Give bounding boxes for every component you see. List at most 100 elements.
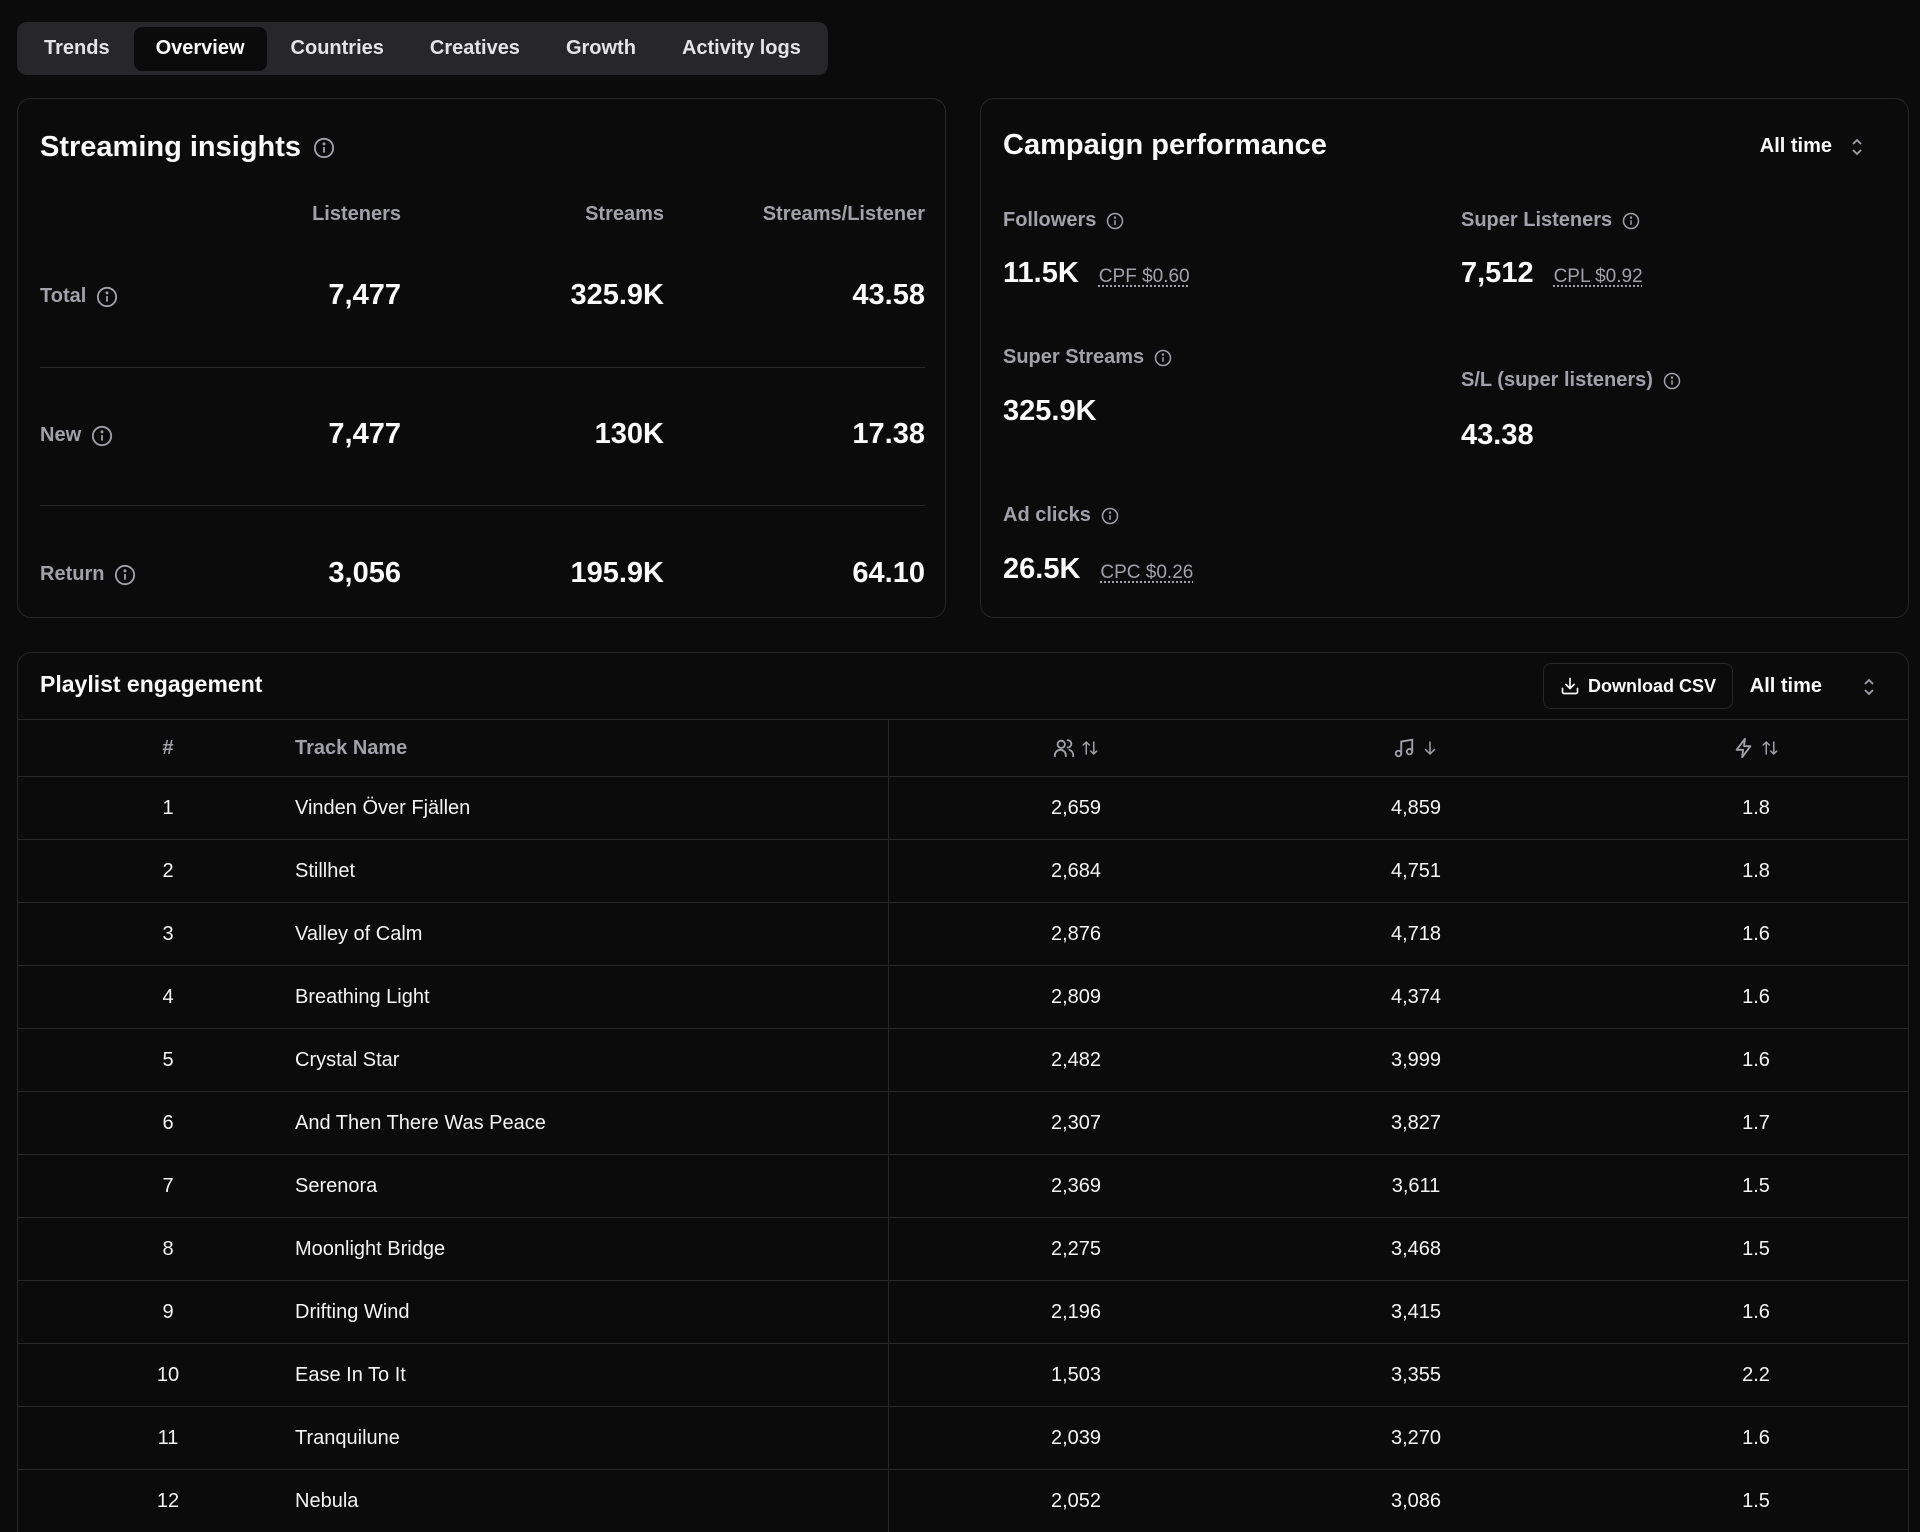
track-ratio: 1.6 <box>1742 1426 1770 1449</box>
metric-label-text: Followers <box>1003 209 1097 231</box>
table-row[interactable]: 3 Valley of Calm 2,876 4,718 1.6 <box>18 902 1908 965</box>
download-csv-label: Download CSV <box>1587 675 1716 696</box>
total-ratio: 43.58 <box>852 279 925 311</box>
metric-label-text: Super Listeners <box>1461 209 1613 231</box>
download-csv-button[interactable]: Download CSV <box>1542 663 1733 709</box>
info-icon[interactable] <box>1106 212 1124 230</box>
info-icon[interactable] <box>1154 349 1172 367</box>
ad-clicks-cost[interactable]: CPC $0.26 <box>1100 562 1193 584</box>
super-listeners-metric: 7,512 CPL $0.92 <box>1461 257 1643 290</box>
track-name: And Then There Was Peace <box>295 1111 546 1134</box>
track-streams: 3,415 <box>1390 1300 1442 1323</box>
table-row[interactable]: 1 Vinden Över Fjällen 2,659 4,859 1.8 <box>18 776 1908 839</box>
track-ratio: 1.5 <box>1742 1489 1770 1512</box>
return-streams: 195.9K <box>570 557 664 589</box>
track-listeners: 2,039 <box>1050 1426 1102 1449</box>
streaming-insights-header: Streaming insights <box>40 131 335 164</box>
track-streams: 3,086 <box>1390 1489 1442 1512</box>
table-row[interactable]: 12 Nebula 2,052 3,086 1.5 <box>18 1469 1908 1532</box>
table-row[interactable]: 5 Crystal Star 2,482 3,999 1.6 <box>18 1028 1908 1091</box>
table-row[interactable]: 8 Moonlight Bridge 2,275 3,468 1.5 <box>18 1217 1908 1280</box>
table-row[interactable]: 2 Stillhet 2,684 4,751 1.8 <box>18 839 1908 902</box>
track-name: Serenora <box>295 1174 378 1197</box>
chevron-up-down-icon <box>1862 678 1876 696</box>
info-icon[interactable] <box>114 564 136 586</box>
track-name: Valley of Calm <box>295 922 423 945</box>
table-row[interactable]: 10 Ease In To It 1,503 3,355 2.2 <box>18 1343 1908 1406</box>
row-divider <box>40 505 925 506</box>
track-num: 7 <box>162 1174 174 1197</box>
track-name: Vinden Över Fjällen <box>295 796 471 819</box>
followers-metric: 11.5K CPF $0.60 <box>1003 257 1190 290</box>
sl-ratio-value: 43.38 <box>1461 419 1534 451</box>
super-streams-value: 325.9K <box>1003 395 1097 427</box>
super-streams-metric: 325.9K <box>1003 395 1097 428</box>
track-name: Moonlight Bridge <box>295 1237 446 1260</box>
row-label-new: New <box>40 424 113 447</box>
track-streams: 4,718 <box>1390 922 1442 945</box>
track-ratio: 1.6 <box>1742 922 1770 945</box>
table-row[interactable]: 6 And Then There Was Peace 2,307 3,827 1… <box>18 1091 1908 1154</box>
info-icon[interactable] <box>1622 212 1640 230</box>
playlist-range-select[interactable]: All time <box>1750 675 1876 698</box>
tab-overview[interactable]: Overview <box>133 26 267 71</box>
track-name: Ease In To It <box>295 1363 406 1386</box>
track-streams: 3,827 <box>1390 1111 1442 1134</box>
track-listeners: 2,275 <box>1050 1237 1102 1260</box>
return-ratio: 64.10 <box>852 557 925 589</box>
track-name: Breathing Light <box>295 985 430 1008</box>
followers-value: 11.5K <box>1003 257 1079 289</box>
info-icon[interactable] <box>313 137 335 159</box>
track-listeners: 1,503 <box>1050 1363 1102 1386</box>
ad-clicks-metric: 26.5K CPC $0.26 <box>1003 553 1193 586</box>
track-ratio: 1.5 <box>1742 1174 1770 1197</box>
playlist-engagement-card: Playlist engagement Download CSV All tim… <box>17 652 1909 1532</box>
info-icon[interactable] <box>1101 507 1119 525</box>
table-row[interactable]: 9 Drifting Wind 2,196 3,415 1.6 <box>18 1280 1908 1343</box>
followers-cost[interactable]: CPF $0.60 <box>1099 266 1190 288</box>
tab-activity-logs[interactable]: Activity logs <box>660 27 823 71</box>
track-num: 10 <box>156 1363 180 1386</box>
tab-growth[interactable]: Growth <box>544 27 658 71</box>
col-header-listeners: Listeners <box>312 203 401 225</box>
col-header-streams: Streams <box>585 203 664 225</box>
streaming-insights-card: Streaming insights Listeners Streams Str… <box>17 98 946 618</box>
table-header-row: # Track Name <box>18 719 1908 776</box>
track-name: Drifting Wind <box>295 1300 410 1323</box>
track-ratio: 1.6 <box>1742 985 1770 1008</box>
track-num: 11 <box>157 1426 179 1449</box>
metric-label-text: Super Streams <box>1003 346 1145 368</box>
super-listeners-label: Super Listeners <box>1461 209 1640 232</box>
streaming-insights-title: Streaming insights <box>40 131 302 163</box>
row-label-text: Total <box>40 285 87 307</box>
campaign-performance-title: Campaign performance <box>1003 129 1327 161</box>
return-listeners: 3,056 <box>328 557 401 589</box>
track-streams: 3,999 <box>1390 1048 1442 1071</box>
track-ratio: 1.8 <box>1742 859 1770 882</box>
track-num: 8 <box>162 1237 174 1260</box>
header-listeners-sort[interactable] <box>976 720 1176 776</box>
track-streams: 4,751 <box>1390 859 1442 882</box>
tab-creatives[interactable]: Creatives <box>408 27 542 71</box>
campaign-performance-card: Campaign performance All time Followers … <box>980 98 1909 618</box>
track-streams: 3,468 <box>1390 1237 1442 1260</box>
super-listeners-cost[interactable]: CPL $0.92 <box>1554 266 1643 288</box>
table-row[interactable]: 7 Serenora 2,369 3,611 1.5 <box>18 1154 1908 1217</box>
info-icon[interactable] <box>91 425 113 447</box>
table-row[interactable]: 11 Tranquilune 2,039 3,270 1.6 <box>18 1406 1908 1469</box>
tab-countries[interactable]: Countries <box>269 27 406 71</box>
info-icon[interactable] <box>1663 372 1681 390</box>
tab-trends[interactable]: Trends <box>22 27 132 71</box>
track-listeners: 2,684 <box>1050 859 1102 882</box>
header-streams-sort[interactable] <box>1316 720 1516 776</box>
header-track-name: Track Name <box>295 736 408 759</box>
new-streams: 130K <box>594 418 664 450</box>
track-name: Crystal Star <box>295 1048 400 1071</box>
table-row[interactable]: 4 Breathing Light 2,809 4,374 1.6 <box>18 965 1908 1028</box>
track-name: Stillhet <box>295 859 356 882</box>
header-ratio-sort[interactable] <box>1656 720 1856 776</box>
track-streams: 3,355 <box>1390 1363 1442 1386</box>
super-streams-label: Super Streams <box>1003 346 1172 369</box>
info-icon[interactable] <box>96 286 118 308</box>
campaign-range-select[interactable]: All time <box>1760 135 1864 158</box>
